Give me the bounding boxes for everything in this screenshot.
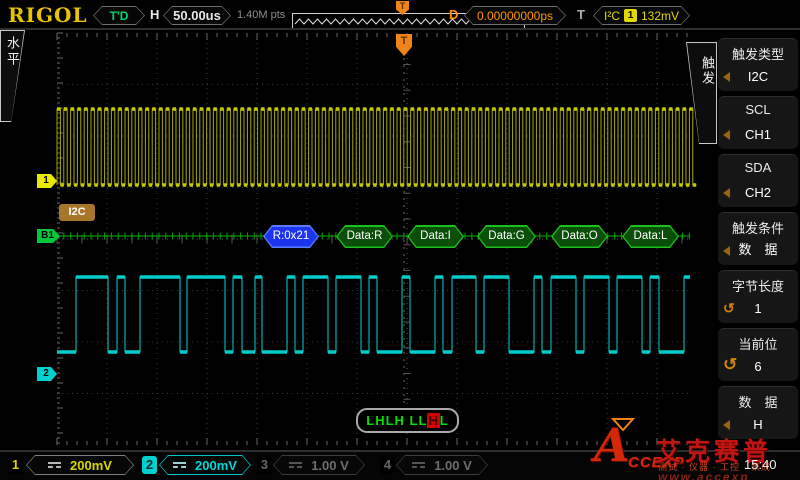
top-separator [0, 28, 800, 30]
trigger-info-badge[interactable]: I²C 1 132mV [593, 6, 690, 25]
memory-depth: 1.40M pts [237, 9, 285, 21]
ch1-badge[interactable]: 1 [8, 456, 23, 474]
rigol-logo: RIGOL [8, 3, 88, 27]
dc-coupling-icon [289, 462, 302, 468]
menu-item-scl[interactable]: SCL CH1 [718, 96, 798, 149]
menu-item-sda[interactable]: SDA CH2 [718, 154, 798, 207]
tab-horizontal[interactable]: 水平 [0, 30, 25, 122]
ch3-badge[interactable]: 3 [257, 456, 272, 474]
ch3-scale-button[interactable]: 1.00 V [273, 455, 365, 475]
chevron-down-icon[interactable] [611, 417, 635, 433]
dc-coupling-icon [48, 462, 61, 468]
delay-label: D [449, 7, 458, 22]
trigger-source-badge: 1 [624, 9, 637, 22]
menu-item-current-bit[interactable]: 当前位 ↺ 6 [718, 328, 798, 381]
delay-badge[interactable]: 0.00000000ps [464, 6, 566, 25]
current-bit-highlight: H [427, 413, 439, 428]
ch4-badge[interactable]: 4 [380, 456, 395, 474]
ch2-badge[interactable]: 2 [142, 456, 157, 474]
bottom-bar: 1 200mV 2 200mV 3 1.00 V 4 [0, 452, 800, 480]
dc-coupling-icon [173, 462, 186, 468]
ch1-scale-button[interactable]: 200mV [26, 455, 134, 475]
clock-time: 15:40 [744, 457, 777, 472]
bit-pattern-box: LHLH LLHL [356, 408, 459, 433]
horizontal-label: H [150, 7, 159, 22]
trigger-label: T [577, 7, 585, 22]
timebase-badge[interactable]: 50.00us [163, 6, 231, 25]
menu-item-byte-length[interactable]: 字节长度 ↺ 1 [718, 270, 798, 323]
tab-trigger[interactable]: 触发 [686, 42, 717, 144]
trigger-menu: 触发类型 I2C SCL CH1 SDA CH2 触发条件 数 据 字节长度 ↺… [718, 33, 798, 445]
top-bar: RIGOL T'D H 50.00us 1.40M pts T D 0.0000… [0, 0, 800, 28]
ch4-scale-button[interactable]: 1.00 V [396, 455, 488, 475]
oscilloscope-screen: RIGOL T'D H 50.00us 1.40M pts T D 0.0000… [0, 0, 800, 480]
menu-item-trigger-type[interactable]: 触发类型 I2C [718, 38, 798, 91]
ch2-scale-button[interactable]: 200mV [159, 455, 251, 475]
dc-coupling-icon [412, 462, 425, 468]
menu-item-data[interactable]: 数 据 H [718, 386, 798, 439]
trigger-status-badge[interactable]: T'D [93, 6, 145, 25]
menu-item-trigger-condition[interactable]: 触发条件 数 据 [718, 212, 798, 265]
